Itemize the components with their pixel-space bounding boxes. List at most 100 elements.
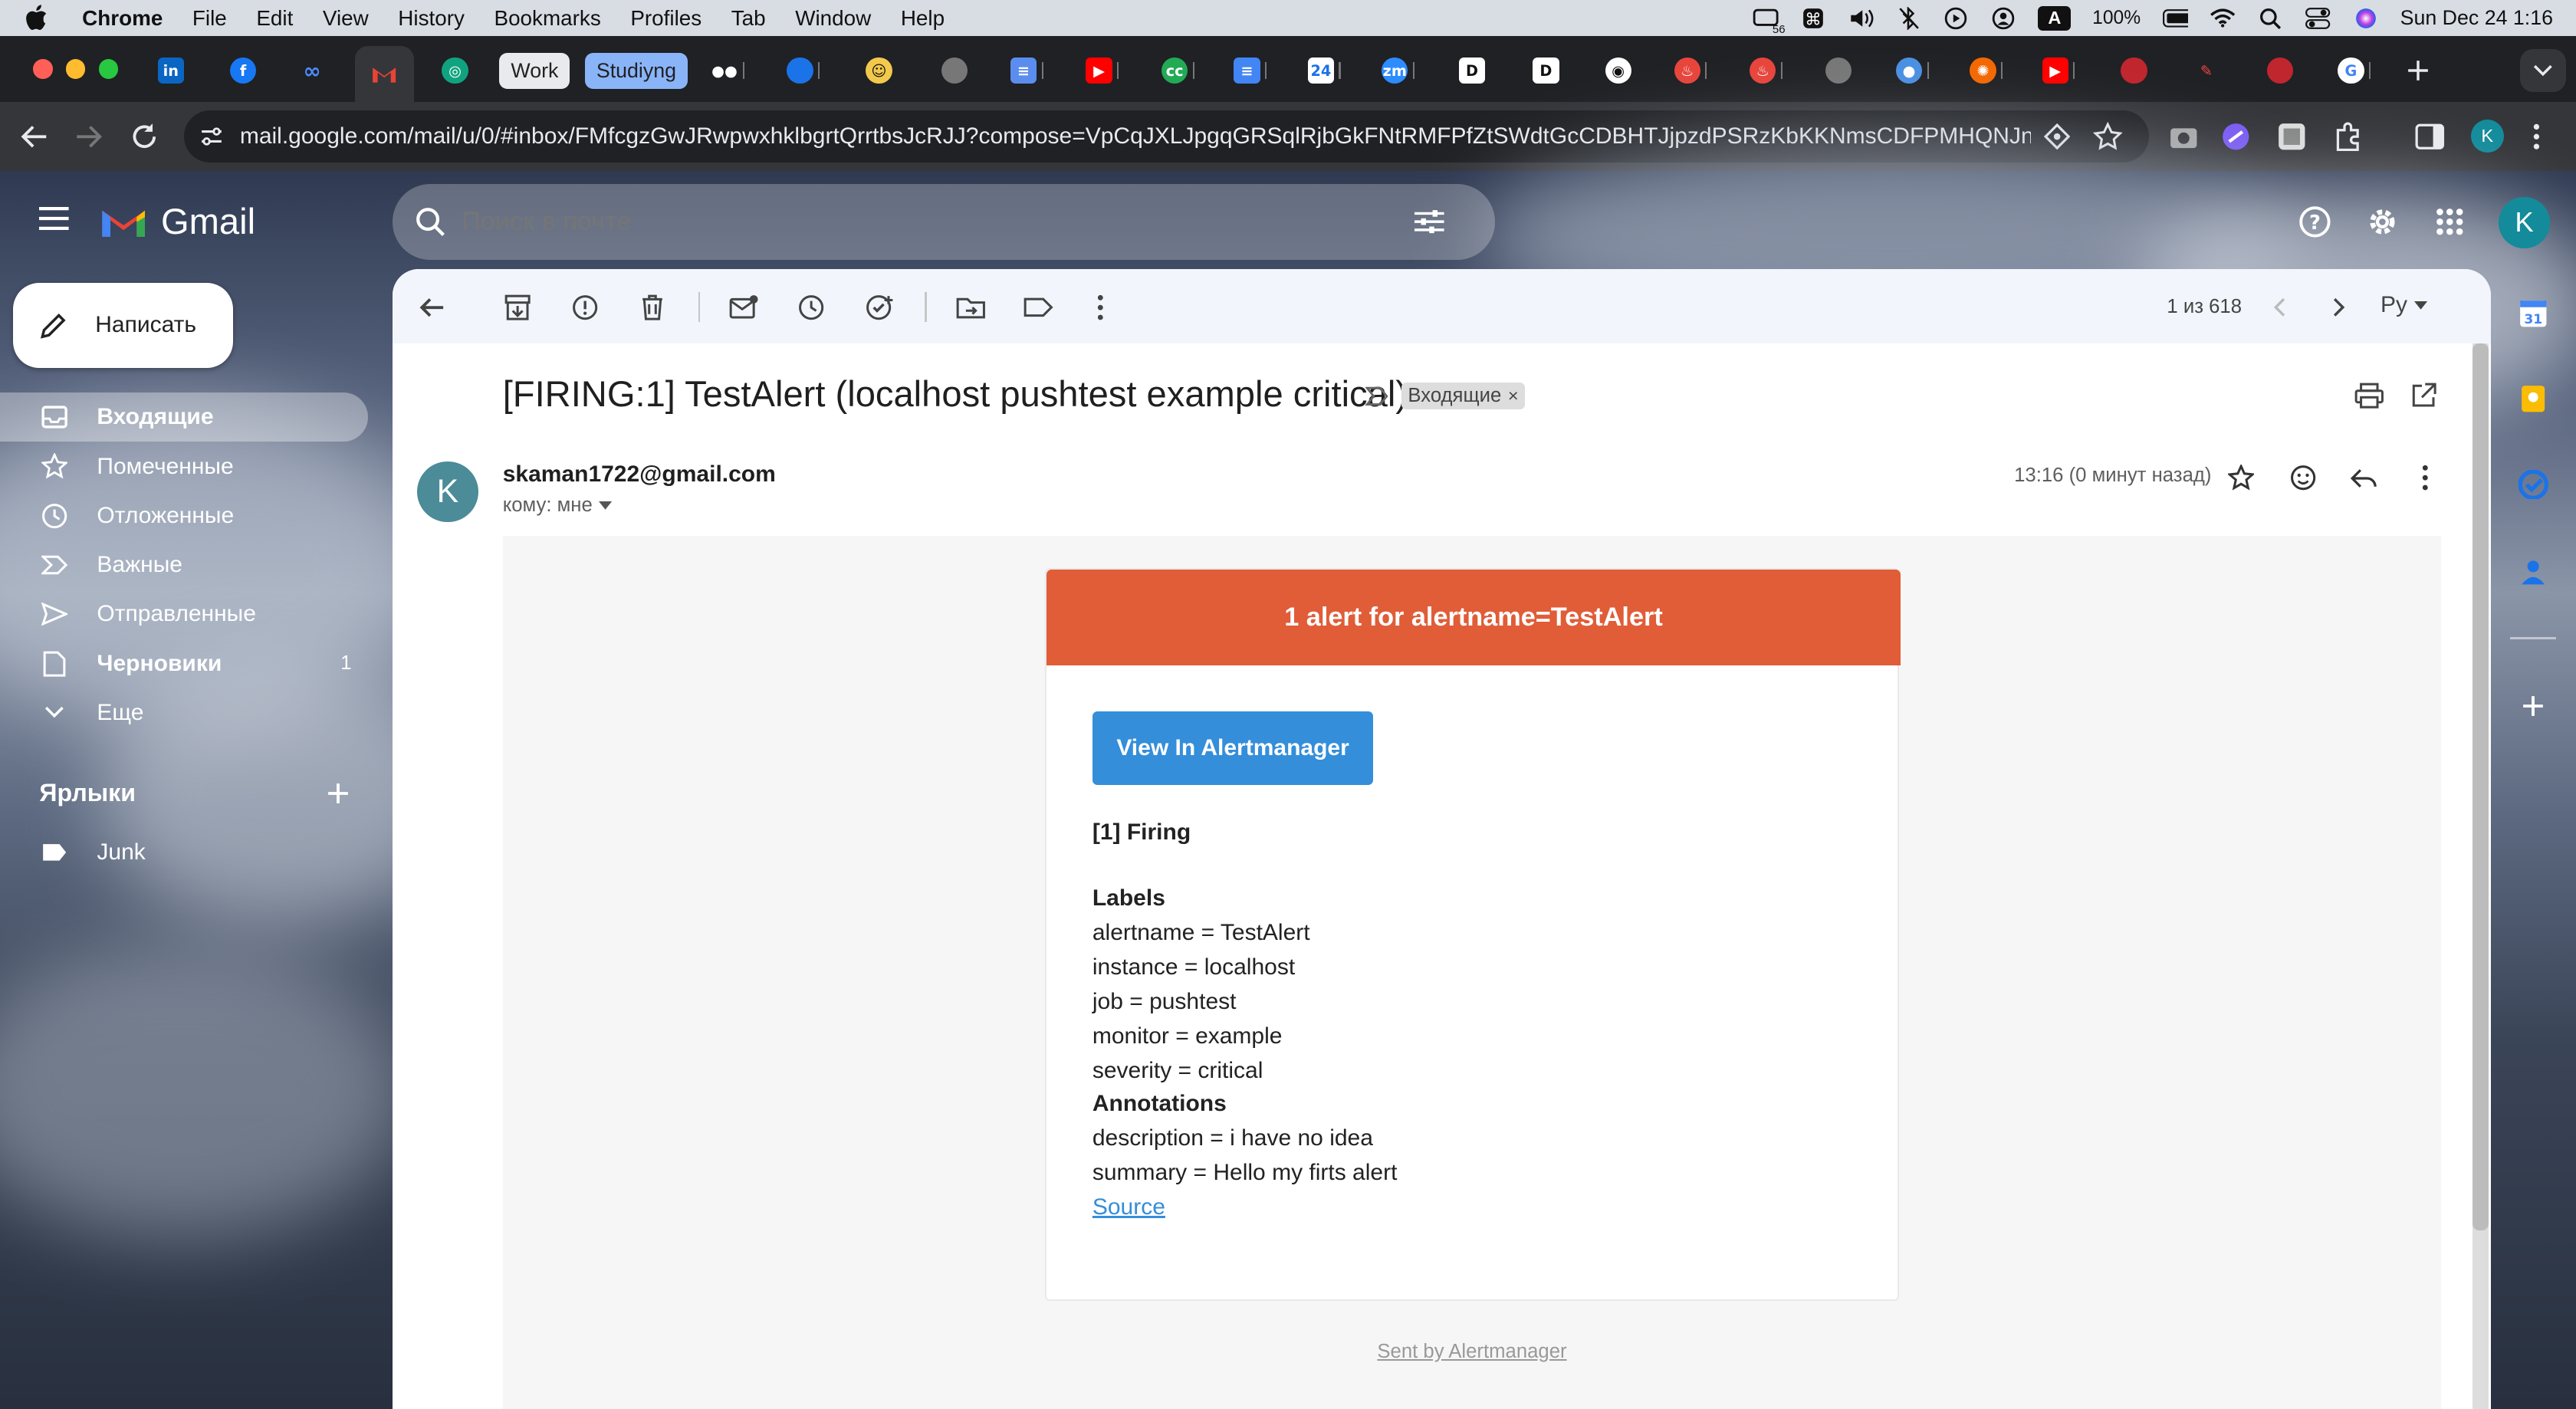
gmail-logo-icon[interactable] <box>99 204 148 240</box>
menu-history[interactable]: History <box>398 6 465 31</box>
calendar-app-icon[interactable]: 31 <box>2517 297 2550 330</box>
sidebar-item-inbox[interactable]: Входящие <box>0 392 368 442</box>
tab-chatgpt[interactable]: ◎ <box>435 46 475 95</box>
snooze-icon[interactable] <box>795 291 828 324</box>
back-to-inbox-icon[interactable] <box>416 291 449 324</box>
input-source-icon[interactable]: A <box>2038 5 2072 31</box>
remove-label-icon[interactable]: × <box>1508 386 1519 406</box>
open-new-window-icon[interactable] <box>2410 383 2436 409</box>
tab-linkedin[interactable]: in <box>151 46 190 95</box>
new-tab-button[interactable] <box>2402 46 2435 95</box>
tab-site-3[interactable]: ☺ <box>858 46 901 95</box>
move-to-icon[interactable] <box>955 291 987 324</box>
bluetooth-off-icon[interactable] <box>1895 6 1921 30</box>
tasks-app-icon[interactable] <box>2517 468 2550 501</box>
wifi-icon[interactable] <box>2210 7 2236 30</box>
more-actions-icon[interactable] <box>1084 291 1117 324</box>
tab-group-work[interactable]: Work <box>499 52 570 89</box>
compose-button[interactable]: Написать <box>13 282 234 368</box>
message-more-icon[interactable] <box>2408 461 2441 494</box>
print-icon[interactable] <box>2354 383 2384 409</box>
tab-site-16[interactable] <box>1817 46 1860 95</box>
sidebar-item-drafts[interactable]: Черновики 1 <box>0 639 368 688</box>
tab-site-2[interactable] <box>782 46 825 95</box>
tab-site-14[interactable]: ♨ <box>1669 46 1712 95</box>
menu-tab[interactable]: Tab <box>731 6 766 31</box>
scrollbar-thumb[interactable] <box>2472 343 2489 1230</box>
display-badge-icon[interactable]: 56 <box>1753 7 1786 36</box>
tab-site-20[interactable] <box>2113 46 2156 95</box>
chrome-profile-avatar[interactable]: K <box>2470 120 2504 153</box>
extensions-puzzle-icon[interactable] <box>2333 122 2363 152</box>
delete-icon[interactable] <box>636 291 669 324</box>
input-tools-toggle[interactable]: Ру <box>2380 292 2427 318</box>
tab-youtube-1[interactable]: ▶ <box>1081 46 1124 95</box>
menu-help[interactable]: Help <box>901 6 945 31</box>
sidebar-item-sent[interactable]: Отправленные <box>0 590 368 639</box>
tab-site-15[interactable]: ♨ <box>1745 46 1788 95</box>
older-message-icon[interactable] <box>2323 291 2356 324</box>
source-link[interactable]: Source <box>1092 1194 1165 1220</box>
search-icon[interactable] <box>416 207 445 237</box>
search-input[interactable] <box>462 206 1382 237</box>
tab-site-4[interactable] <box>933 46 976 95</box>
settings-gear-icon[interactable] <box>2366 205 2399 238</box>
tab-site-22[interactable] <box>2259 46 2302 95</box>
tab-search-button[interactable] <box>2520 49 2567 92</box>
reload-icon[interactable] <box>130 122 159 152</box>
mark-unread-icon[interactable] <box>728 291 761 324</box>
sender-avatar[interactable]: K <box>417 461 478 523</box>
star-message-icon[interactable] <box>2224 461 2257 494</box>
site-info-icon[interactable] <box>200 125 223 148</box>
mark-important-icon[interactable] <box>1365 386 1388 406</box>
gmail-brand[interactable]: Gmail <box>161 200 255 242</box>
archive-icon[interactable] <box>501 291 534 324</box>
tab-site-11[interactable]: D <box>1451 46 1493 95</box>
tab-calendar-24[interactable]: 24 <box>1303 46 1346 95</box>
extension-purple-icon[interactable] <box>2221 122 2251 152</box>
screenshot-extension-icon[interactable] <box>2169 123 2199 149</box>
sidebar-item-snoozed[interactable]: Отложенные <box>0 491 368 540</box>
report-spam-icon[interactable] <box>568 291 601 324</box>
reply-icon[interactable] <box>2348 461 2380 494</box>
add-reaction-icon[interactable] <box>2287 461 2320 494</box>
tab-group-studiyng[interactable]: Studiyng <box>584 52 688 89</box>
apps-grid-icon[interactable] <box>2435 207 2465 237</box>
tab-zoom[interactable]: zm <box>1377 46 1420 95</box>
user-circle-icon[interactable] <box>1990 7 2016 30</box>
menu-edit[interactable]: Edit <box>256 6 293 31</box>
newer-message-icon[interactable] <box>2262 291 2295 324</box>
back-icon[interactable] <box>20 122 50 152</box>
forward-icon[interactable] <box>74 122 104 152</box>
help-icon[interactable]: ? <box>2298 205 2331 238</box>
sender-email[interactable]: skaman1722@gmail.com <box>503 461 776 488</box>
tab-github[interactable]: ◉ <box>1597 46 1640 95</box>
side-panel-icon[interactable] <box>2415 122 2445 152</box>
add-to-tasks-icon[interactable] <box>864 291 897 324</box>
menu-profiles[interactable]: Profiles <box>630 6 702 31</box>
add-label-icon[interactable] <box>327 782 350 805</box>
menu-window[interactable]: Window <box>795 6 871 31</box>
keep-app-icon[interactable] <box>2517 383 2550 415</box>
siri-icon[interactable] <box>2352 7 2378 30</box>
app-menu-chrome[interactable]: Chrome <box>82 6 163 31</box>
play-circle-icon[interactable] <box>1943 7 1969 30</box>
extension-image-icon[interactable] <box>2277 122 2307 152</box>
control-center-icon[interactable] <box>2305 7 2331 30</box>
volume-icon[interactable] <box>1848 7 1874 30</box>
apple-icon[interactable] <box>23 5 49 31</box>
tab-site-21[interactable]: ✎ <box>2185 46 2228 95</box>
tab-docs[interactable]: ≡ <box>1229 46 1272 95</box>
spotlight-search-icon[interactable] <box>2257 7 2283 30</box>
tab-youtube-2[interactable]: ▶ <box>2037 46 2080 95</box>
tab-site-12[interactable]: D <box>1525 46 1568 95</box>
sent-by-alertmanager-link[interactable]: Sent by Alertmanager <box>503 1341 2442 1363</box>
chrome-menu-icon[interactable] <box>2532 122 2542 152</box>
tab-gmail-active[interactable] <box>354 45 414 102</box>
contacts-app-icon[interactable] <box>2517 555 2550 588</box>
menu-file[interactable]: File <box>192 6 227 31</box>
sidebar-label-junk[interactable]: Junk <box>0 828 368 877</box>
recipient-details-toggle[interactable]: кому: мне <box>503 494 613 517</box>
tab-meta[interactable]: ∞ <box>292 46 331 95</box>
get-addons-icon[interactable] <box>2517 690 2550 723</box>
